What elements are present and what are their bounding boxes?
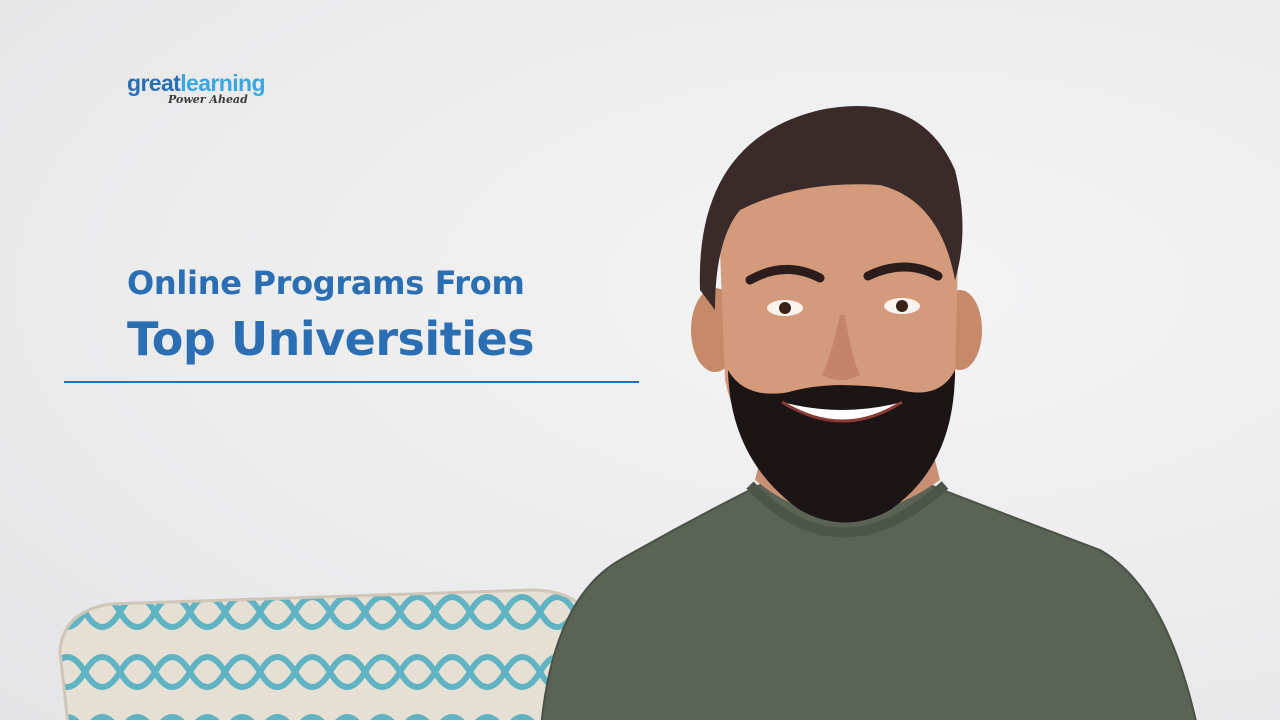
headline-line-2: Top Universities	[127, 312, 535, 366]
headline-line-1: Online Programs From	[127, 264, 525, 302]
logo-tagline: Power Ahead	[168, 93, 248, 106]
great-learning-logo: greatlearning Power Ahead	[127, 70, 317, 106]
promo-scene: greatlearning Power Ahead Online Program…	[0, 0, 1280, 720]
smiling-man-image	[540, 106, 1197, 720]
